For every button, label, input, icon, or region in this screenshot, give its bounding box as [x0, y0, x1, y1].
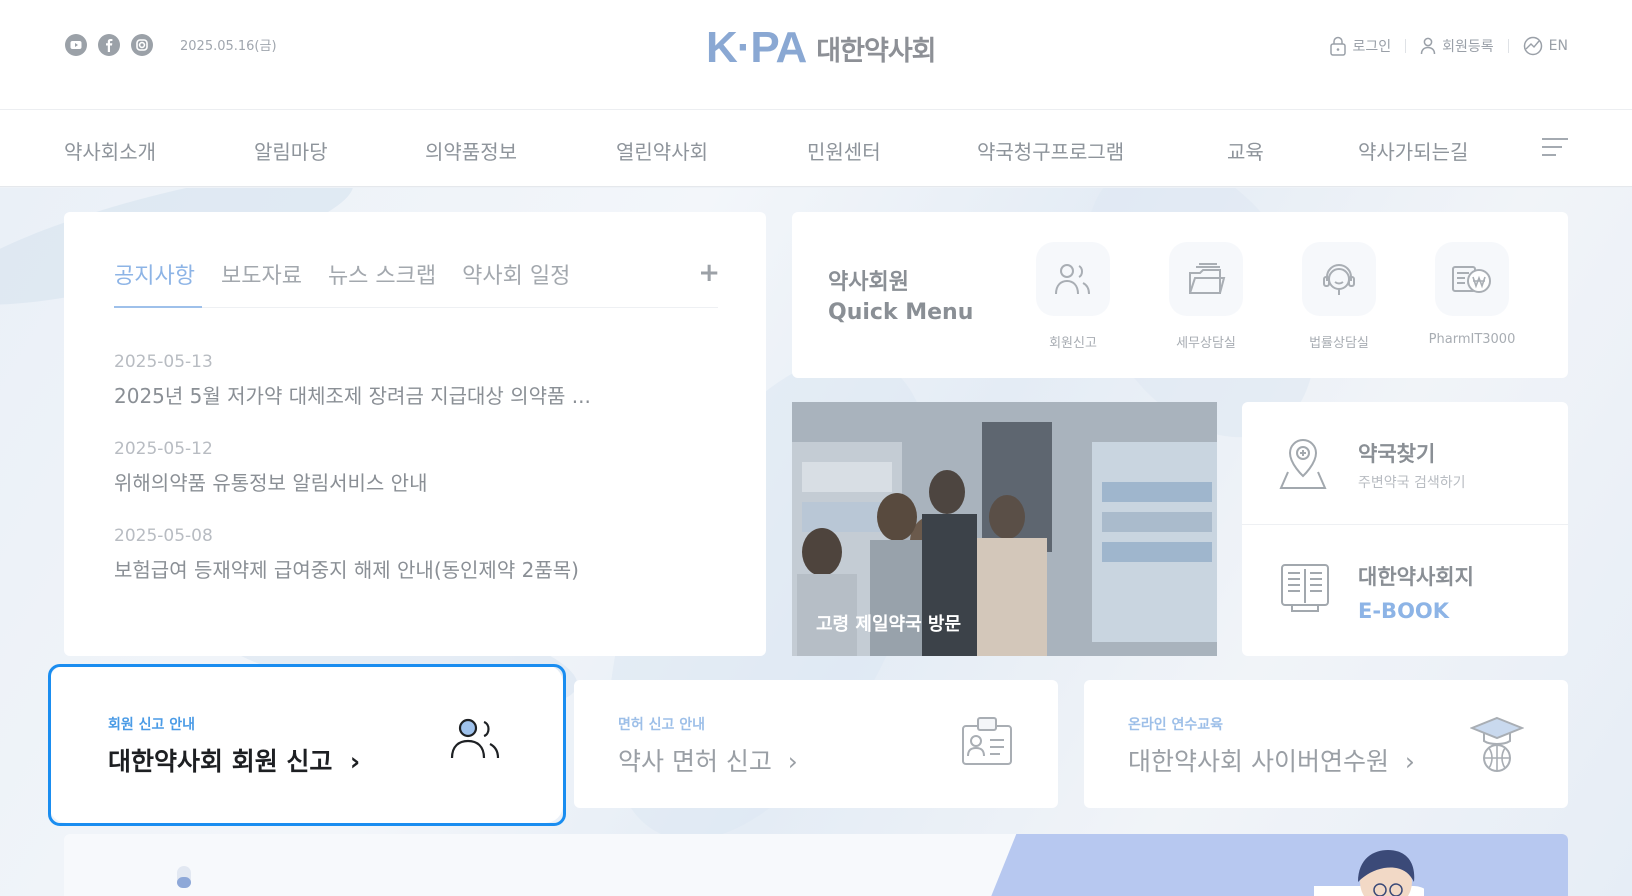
tab-divider: [114, 307, 718, 308]
notice-list: 2025-05-13 2025년 5월 저가약 대체조제 장려금 지급대상 의약…: [114, 352, 714, 613]
language-label: EN: [1548, 38, 1568, 54]
license-report-card[interactable]: 면허 신고 안내 약사 면허 신고 ›: [574, 680, 1058, 808]
notice-item[interactable]: 2025-05-08 보험급여 등재약제 급여중지 해제 안내(동인제약 2품목…: [114, 526, 714, 613]
tab-news[interactable]: 뉴스 스크랩: [328, 258, 436, 290]
lock-icon: [1329, 36, 1346, 56]
logo-text: 대한약사회: [816, 35, 936, 67]
find-pharmacy-link[interactable]: 약국찾기 주변약국 검색하기: [1242, 402, 1568, 524]
quick-item-label: 회원신고: [1049, 336, 1097, 351]
nav-item-open[interactable]: 열린약사회: [616, 136, 708, 165]
quick-item-label: PharmIT3000: [1428, 332, 1516, 347]
map-pin-icon: [1278, 436, 1328, 496]
register-link[interactable]: 회원등록: [1420, 36, 1494, 56]
notice-title[interactable]: 보험급여 등재약제 급여중지 해제 안내(동인제약 2품목): [114, 554, 714, 583]
nav-item-career[interactable]: 약사가되는길: [1358, 136, 1468, 165]
id-card-icon: [960, 714, 1014, 772]
card-subtitle: 면허 신고 안내: [618, 717, 706, 733]
banner-accent: [984, 834, 1568, 896]
book-icon: [1278, 559, 1332, 619]
card-title: 약사 면허 신고 ›: [618, 742, 798, 778]
quick-item-tax[interactable]: 세무상담실: [1151, 242, 1261, 351]
side-links: 약국찾기 주변약국 검색하기 대한약사회지 E-BOOK: [1242, 402, 1568, 656]
quick-title-line2: Quick Menu: [828, 300, 974, 325]
notice-title[interactable]: 위해의약품 유통정보 알림서비스 안내: [114, 467, 714, 496]
tab-schedule[interactable]: 약사회 일정: [462, 258, 570, 290]
notice-tabs: 공지사항 보도자료 뉴스 스크랩 약사회 일정: [114, 258, 570, 290]
headset-icon: [1302, 242, 1376, 316]
nav-item-notice[interactable]: 알림마당: [254, 136, 328, 165]
journal-title: 대한약사회지: [1358, 565, 1474, 589]
divider: [1405, 39, 1407, 53]
notice-title[interactable]: 2025년 5월 저가약 대체조제 장려금 지급대상 의약품 ...: [114, 380, 714, 409]
quick-item-pharmit[interactable]: PharmIT3000: [1417, 242, 1527, 347]
tab-notice[interactable]: 공지사항: [114, 258, 195, 290]
focus-highlight: [48, 664, 566, 826]
logo-mark: K·PA: [706, 23, 807, 72]
menu-icon[interactable]: [1542, 138, 1568, 158]
find-pharmacy-title: 약국찾기: [1358, 442, 1436, 466]
notice-date: 2025-05-12: [114, 439, 213, 459]
user-icon: [1420, 37, 1436, 55]
notice-item[interactable]: 2025-05-13 2025년 5월 저가약 대체조제 장려금 지급대상 의약…: [114, 352, 714, 439]
journal-ebook-link[interactable]: 대한약사회지 E-BOOK: [1242, 524, 1568, 646]
notice-date: 2025-05-08: [114, 526, 213, 546]
chevron-right-icon: ›: [779, 747, 798, 776]
login-link[interactable]: 로그인: [1329, 36, 1392, 56]
site-logo[interactable]: K·PA 대한약사회: [706, 23, 937, 72]
promo-banner[interactable]: [64, 834, 1568, 896]
login-label: 로그인: [1352, 39, 1392, 55]
more-button[interactable]: +: [698, 258, 720, 288]
social-links: [64, 33, 154, 57]
top-bar: 2025.05.16(금) K·PA 대한약사회 로그인 회원등록 EN: [0, 0, 1632, 110]
cyber-education-card[interactable]: 온라인 연수교육 대한약사회 사이버연수원 ›: [1084, 680, 1568, 808]
nav-item-about[interactable]: 약사회소개: [64, 136, 156, 165]
nav-item-billing[interactable]: 약국청구프로그램: [977, 136, 1124, 165]
instagram-icon[interactable]: [130, 33, 154, 57]
card-title: 대한약사회 사이버연수원 ›: [1128, 742, 1415, 778]
quick-menu-title: 약사회원 Quick Menu: [828, 268, 973, 328]
tab-press[interactable]: 보도자료: [221, 258, 302, 290]
quick-item-member-report[interactable]: 회원신고: [1018, 242, 1128, 351]
capsule-icon: [177, 866, 191, 888]
nav-item-drug-info[interactable]: 의약품정보: [425, 136, 517, 165]
globe-icon: [1523, 36, 1542, 56]
register-label: 회원등록: [1442, 39, 1494, 55]
quick-item-law[interactable]: 법률상담실: [1284, 242, 1394, 351]
notice-board: 공지사항 보도자료 뉴스 스크랩 약사회 일정 + 2025-05-13 202…: [64, 212, 766, 656]
language-link[interactable]: EN: [1523, 36, 1568, 56]
card-subtitle: 온라인 연수교육: [1128, 717, 1224, 733]
photo-caption: 고령 제일약국 방문: [816, 614, 962, 635]
quick-title-line1: 약사회원: [828, 270, 909, 295]
card-title-text: 대한약사회 사이버연수원: [1128, 747, 1389, 776]
graduation-globe-icon: [1469, 714, 1525, 778]
divider: [1507, 39, 1509, 53]
notice-date: 2025-05-13: [114, 352, 213, 372]
pharmacist-illustration: [1314, 850, 1424, 896]
main-nav: 약사회소개 알림마당 의약품정보 열린약사회 민원센터 약국청구프로그램 교육 …: [0, 110, 1632, 187]
chevron-right-icon: ›: [1396, 747, 1415, 776]
quick-item-label: 법률상담실: [1309, 336, 1369, 351]
youtube-icon[interactable]: [64, 33, 88, 57]
facebook-icon[interactable]: [97, 33, 121, 57]
won-coin-icon: [1435, 242, 1509, 316]
notice-item[interactable]: 2025-05-12 위해의약품 유통정보 알림서비스 안내: [114, 439, 714, 526]
current-date: 2025.05.16(금): [180, 39, 277, 54]
quick-item-label: 세무상담실: [1176, 336, 1236, 351]
members-icon: [1036, 242, 1110, 316]
journal-ebook-label: E-BOOK: [1358, 599, 1450, 623]
find-pharmacy-sub: 주변약국 검색하기: [1358, 475, 1466, 491]
nav-item-civil[interactable]: 민원센터: [807, 136, 881, 165]
card-title-text: 약사 면허 신고: [618, 747, 772, 776]
nav-item-education[interactable]: 교육: [1227, 136, 1264, 165]
utility-links: 로그인 회원등록 EN: [1329, 36, 1568, 56]
news-photo[interactable]: 고령 제일약국 방문: [792, 402, 1217, 656]
folder-icon: [1169, 242, 1243, 316]
quick-menu: 약사회원 Quick Menu 회원신고 세무상담실 법률상담실 PharmIT…: [792, 212, 1568, 378]
active-tab-indicator: [114, 306, 202, 308]
